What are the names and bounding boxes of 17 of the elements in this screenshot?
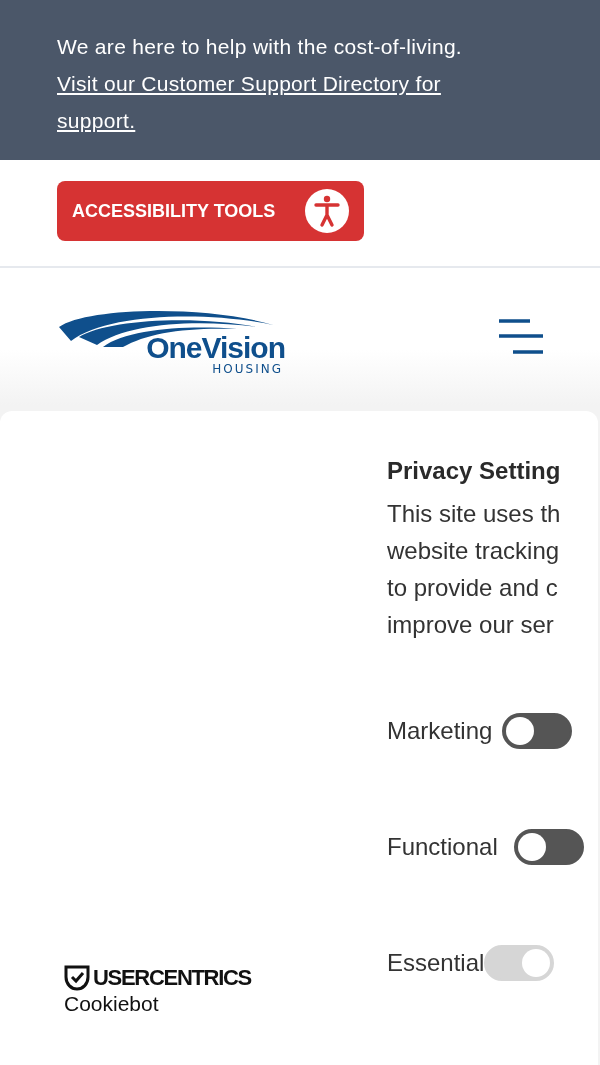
menu-icon[interactable] xyxy=(498,318,544,355)
dialog-title: Privacy Setting xyxy=(387,457,562,485)
accessibility-icon xyxy=(304,188,350,234)
toggle-switch[interactable] xyxy=(502,713,573,749)
support-link[interactable]: Visit our Customer Support Directory for support. xyxy=(57,65,502,139)
banner-text: We are here to help with the cost-of-living. xyxy=(57,34,462,60)
toggle-label: Functional xyxy=(387,833,498,861)
brand-product: Cookiebot xyxy=(64,992,159,1016)
dialog-text: This site uses th website tracking to provide and c improve our ser xyxy=(387,499,561,640)
toggle-switch[interactable] xyxy=(513,829,584,865)
accessibility-tools-button[interactable]: ACCESSIBILITY TOOLS xyxy=(57,181,364,241)
logo-name: OneVision xyxy=(146,332,285,363)
toggle-label: Marketing xyxy=(387,717,493,745)
toggle-label: Essential xyxy=(387,949,485,977)
shield-check-icon xyxy=(64,965,90,991)
brand-name: USERCENTRICS xyxy=(93,964,251,992)
logo-subtitle: HOUSING xyxy=(212,362,283,375)
